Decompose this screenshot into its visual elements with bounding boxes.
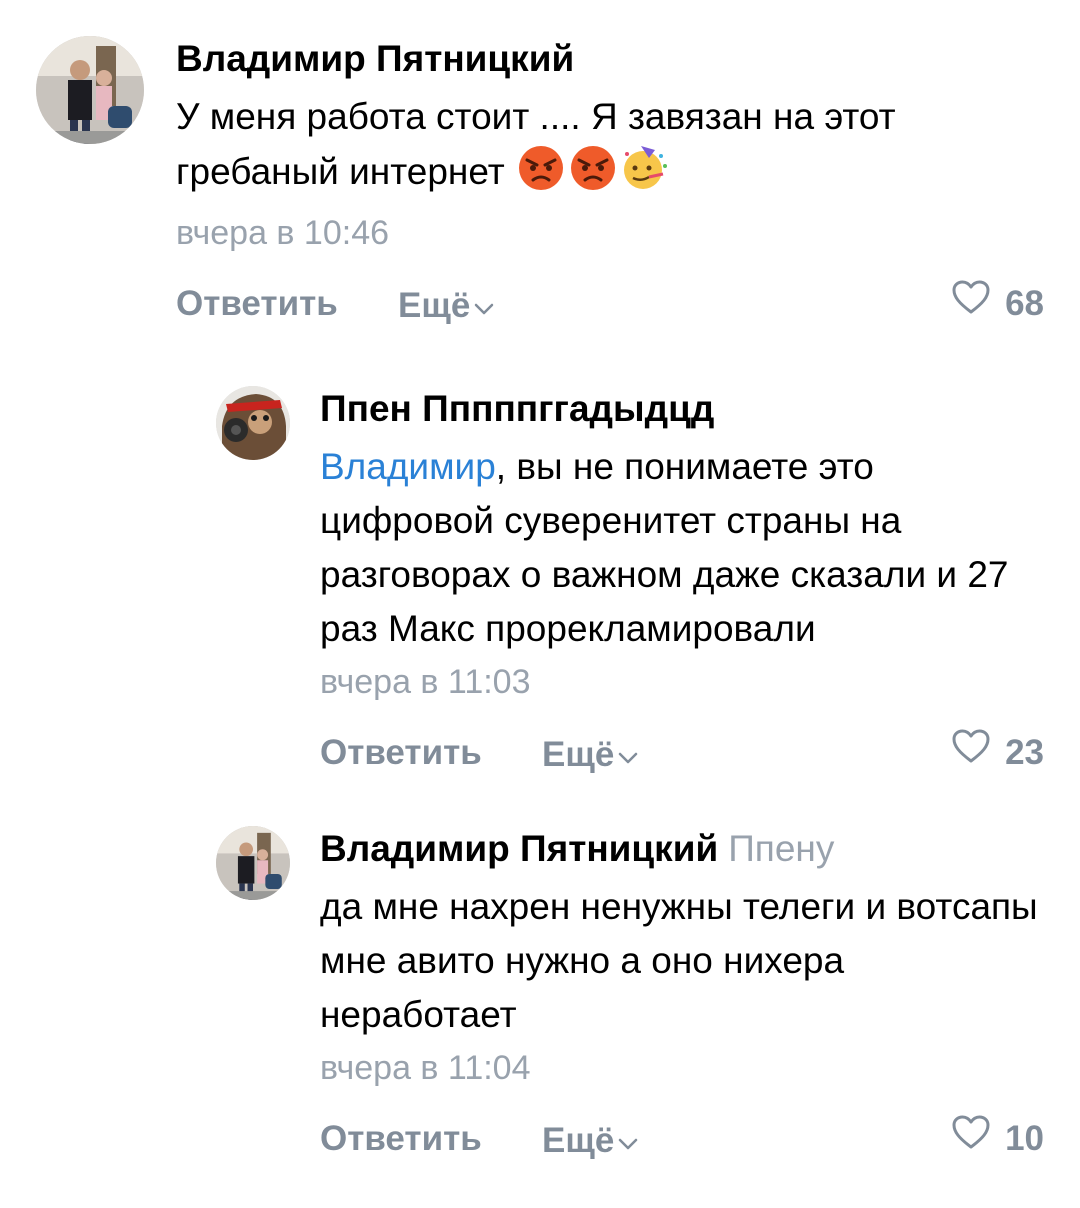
more-label: Ещё [398, 286, 471, 325]
chevron-down-icon [618, 1114, 638, 1164]
comment-author[interactable]: Владимир Пятницкий [176, 36, 1044, 82]
heart-icon [951, 1114, 1005, 1164]
more-button[interactable]: Ещё [542, 728, 638, 780]
comment-author[interactable]: Владимир Пятницкий [320, 828, 718, 869]
comment-text: Владимир, вы не понимаете это цифровой с… [320, 440, 1044, 656]
comment-time: вчера в 11:04 [320, 1049, 531, 1087]
comment-author[interactable]: Ппен Пппппггадыдцд [320, 386, 1044, 432]
avatar[interactable] [216, 826, 290, 900]
comment-time: вчера в 11:03 [320, 663, 531, 701]
like-count: 10 [1005, 1119, 1044, 1158]
comment-actions: Ответить Ещё 68 [176, 279, 1044, 329]
heart-icon [951, 279, 1005, 329]
more-button[interactable]: Ещё [542, 1114, 638, 1166]
more-button[interactable]: Ещё [398, 279, 494, 331]
comment-text: да мне нахрен ненужны телеги и вотсапы м… [320, 886, 1038, 1035]
avatar[interactable] [36, 36, 144, 144]
party-face-icon [621, 144, 669, 207]
avatar[interactable] [216, 386, 290, 460]
more-label: Ещё [542, 1121, 615, 1160]
heart-icon [951, 728, 1005, 778]
comment-text: У меня работа стоит .... Я завязан на эт… [176, 90, 1044, 207]
mention-link[interactable]: Владимир [320, 446, 496, 487]
comment-time: вчера в 10:46 [176, 214, 390, 252]
reply-button[interactable]: Ответить [320, 1114, 482, 1164]
comment-author-line: Владимир Пятницкий Ппену [320, 826, 1044, 872]
like-count: 23 [1005, 733, 1044, 772]
like-button[interactable]: 10 [951, 1114, 1044, 1164]
reply-button[interactable]: Ответить [176, 279, 338, 329]
more-label: Ещё [542, 735, 615, 774]
angry-face-icon [517, 144, 565, 207]
chevron-down-icon [474, 279, 494, 329]
comment-actions: Ответить Ещё 10 [320, 1114, 1044, 1164]
like-button[interactable]: 68 [951, 279, 1044, 329]
reply-to-label[interactable]: Ппену [728, 828, 834, 869]
like-button[interactable]: 23 [951, 728, 1044, 778]
angry-face-icon [569, 144, 617, 207]
reply-button[interactable]: Ответить [320, 728, 482, 778]
like-count: 68 [1005, 284, 1044, 323]
chevron-down-icon [618, 728, 638, 778]
comment-actions: Ответить Ещё 23 [320, 728, 1044, 778]
